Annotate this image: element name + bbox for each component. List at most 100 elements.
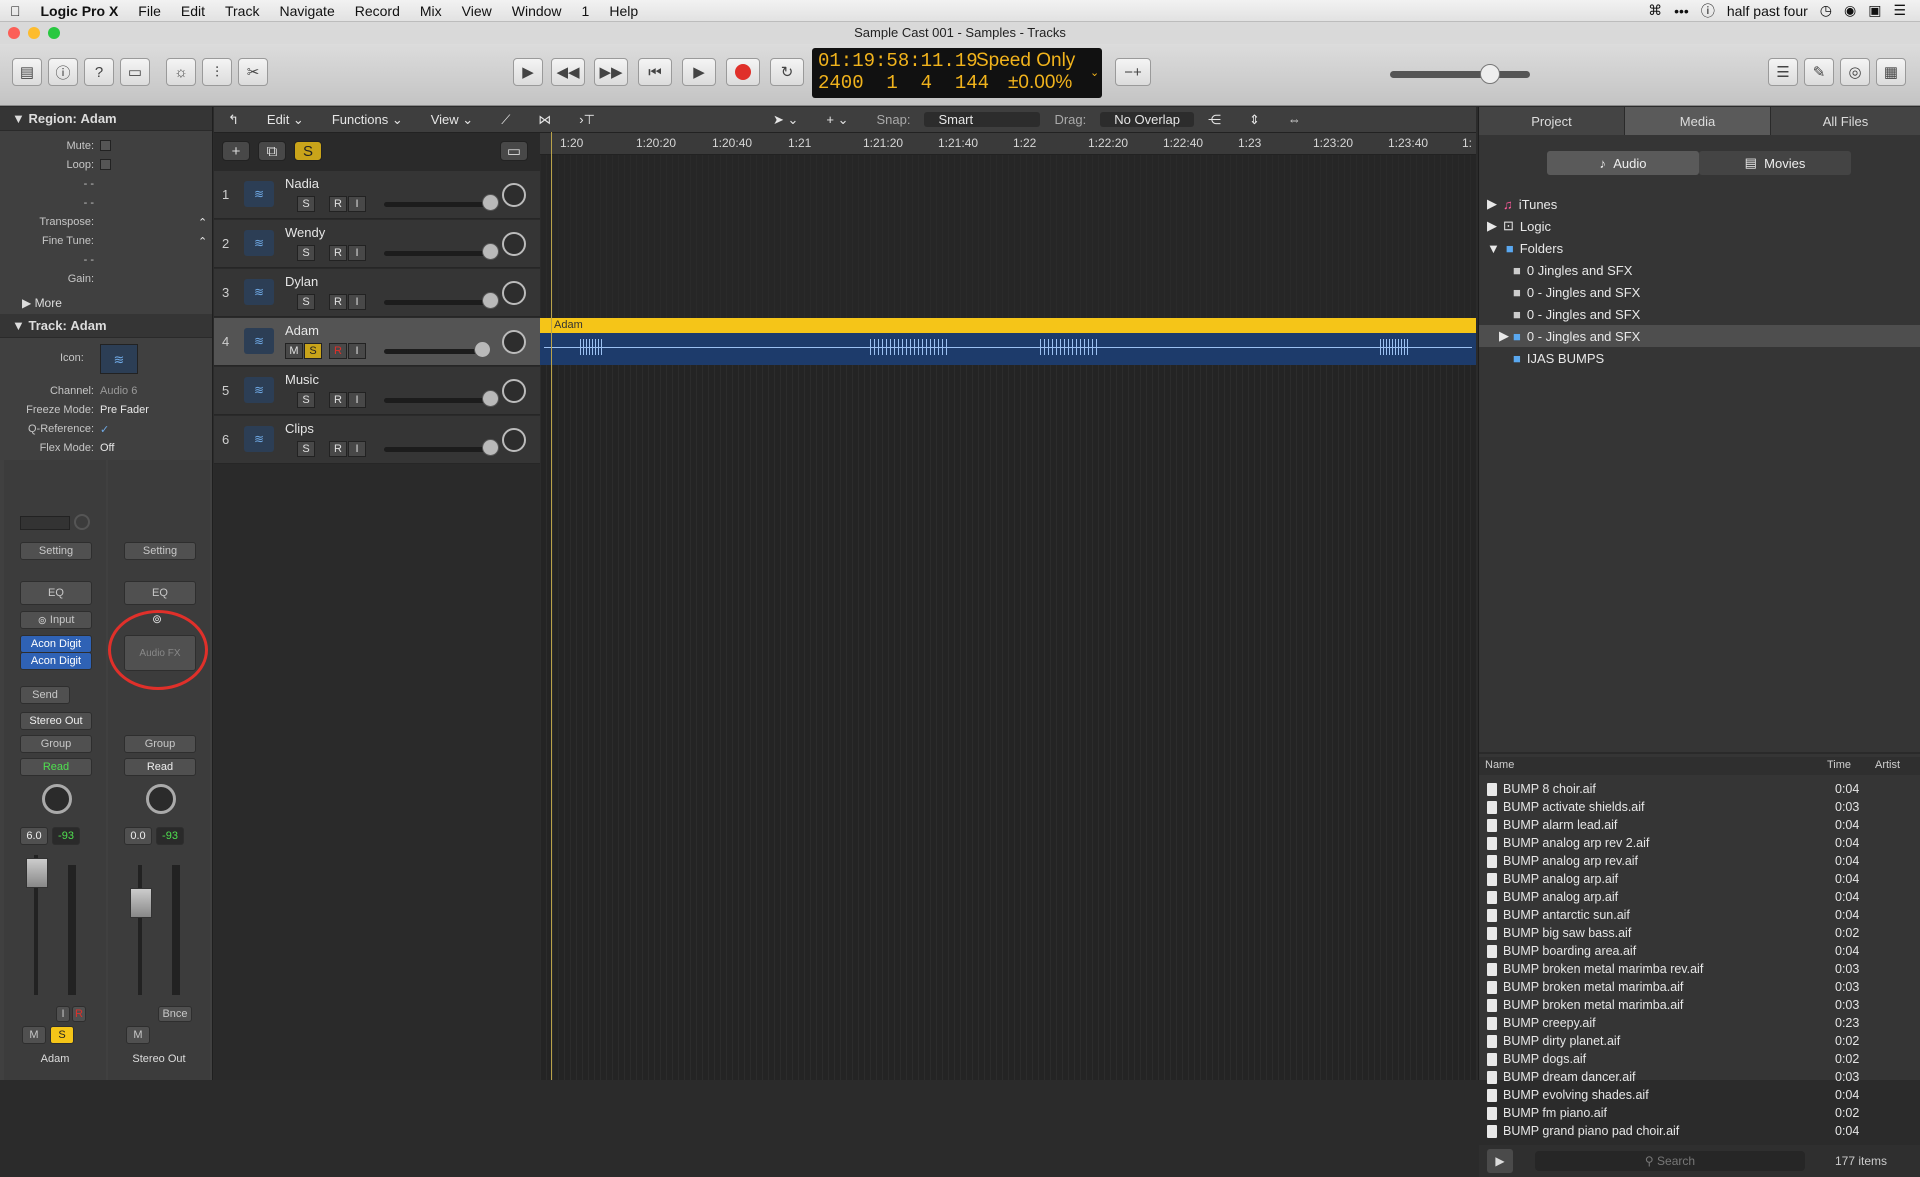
menu-navigate[interactable]: Navigate (269, 3, 344, 19)
track-name[interactable]: Clips (285, 421, 314, 436)
mute-button[interactable]: M (126, 1026, 150, 1044)
lcd-dropdown-icon[interactable]: ⌄ (1090, 66, 1099, 80)
record-button[interactable]: R (329, 196, 347, 212)
track-pan-knob[interactable] (502, 379, 526, 403)
record-button[interactable]: R (329, 392, 347, 408)
audio-region-adam[interactable]: Adam (540, 318, 1476, 365)
mute-checkbox[interactable] (100, 140, 111, 151)
plugin-slot-2[interactable]: Acon Digit (20, 652, 92, 670)
track-row[interactable]: 5 ≋ Music S R I (214, 367, 540, 415)
record-icon[interactable] (726, 58, 760, 86)
disclosure-icon[interactable]: ▶ (1487, 218, 1497, 234)
track-volume-knob[interactable] (482, 439, 499, 456)
track-name[interactable]: Dylan (285, 274, 318, 289)
mute-button[interactable]: M (22, 1026, 46, 1044)
track-pan-knob[interactable] (502, 281, 526, 305)
track-row-selected[interactable]: 4 ≋ Adam M S R I (214, 318, 540, 366)
column-time[interactable]: Time (1827, 759, 1851, 771)
fast-forward-icon[interactable]: ▶▶ (594, 58, 628, 86)
edit-menu[interactable]: Edit ⌄ (253, 112, 318, 128)
solo-button[interactable]: S (297, 392, 315, 408)
region-more[interactable]: ▶ More (0, 293, 212, 312)
mute-button[interactable]: M (285, 343, 303, 359)
pan-knob[interactable] (42, 784, 72, 814)
track-name[interactable]: Wendy (285, 225, 325, 240)
tree-itunes[interactable]: ▶ ♫ iTunes (1479, 193, 1920, 215)
track-row-flex[interactable]: Flex Mode: Off (0, 439, 212, 458)
track-volume-slider[interactable] (384, 202, 488, 207)
zoom-window-icon[interactable] (48, 27, 60, 39)
volume-fader[interactable] (26, 858, 48, 888)
track-volume-slider[interactable] (384, 349, 488, 354)
track-name[interactable]: Music (285, 372, 319, 387)
command-icon[interactable]: ⌘ (1648, 2, 1662, 19)
note-pad-icon[interactable]: ✎ (1804, 58, 1834, 86)
track-volume-knob[interactable] (482, 292, 499, 309)
horizontal-zoom-icon[interactable]: ⇔ (1274, 112, 1315, 127)
input-monitor-button[interactable]: I (348, 294, 366, 310)
track-row[interactable]: 3 ≋ Dylan S R I (214, 269, 540, 317)
region-row-mute[interactable]: Mute: (0, 137, 212, 156)
minimize-window-icon[interactable] (28, 27, 40, 39)
input-monitor-button[interactable]: I (348, 196, 366, 212)
pan-knob[interactable] (146, 784, 176, 814)
file-row[interactable]: BUMP broken metal marimba.aif 0:03 (1479, 996, 1920, 1014)
mixer-icon[interactable]: ⫶ (202, 58, 232, 86)
master-volume-knob[interactable] (1480, 64, 1500, 84)
track-volume-slider[interactable] (384, 300, 488, 305)
track-volume-knob[interactable] (482, 194, 499, 211)
stepper-icon[interactable]: ⌃ (198, 216, 207, 229)
eq-button[interactable]: EQ (124, 581, 196, 605)
view-menu[interactable]: View ⌄ (417, 112, 487, 128)
track-timeline[interactable]: Adam (540, 132, 1476, 1080)
disclosure-icon[interactable]: ▶ (1487, 196, 1497, 212)
track-row[interactable]: 2 ≋ Wendy S R I (214, 220, 540, 268)
solo-button[interactable]: S (297, 294, 315, 310)
lcd-display[interactable]: 01:19:58:11.19 2400 1 4 144 Speed Only ±… (812, 48, 1102, 98)
plugin-slot-1[interactable]: Acon Digit (20, 635, 92, 653)
send-button[interactable]: Send (20, 686, 70, 704)
input-monitor-button[interactable]: I (348, 441, 366, 457)
menu-record[interactable]: Record (345, 3, 410, 19)
app-menu[interactable]: Logic Pro X (31, 3, 129, 19)
duplicate-track-icon[interactable]: ⧉ (258, 141, 286, 161)
loop-browser-icon[interactable]: ◎ (1840, 58, 1870, 86)
search-input[interactable]: ⚲ Search (1535, 1151, 1805, 1171)
solo-button[interactable]: S (297, 245, 315, 261)
add-track-icon[interactable]: + (222, 141, 250, 161)
bounce-button[interactable]: Bnce (158, 1006, 192, 1022)
track-name[interactable]: Adam (285, 323, 319, 338)
waveform-icon[interactable]: ≋ (100, 344, 138, 374)
track-name[interactable]: Nadia (285, 176, 319, 191)
track-row-channel[interactable]: Channel: Audio 6 (0, 382, 212, 401)
splitter[interactable] (1479, 752, 1920, 754)
tuner-icon[interactable]: −+ (1115, 58, 1151, 86)
track-volume-knob[interactable] (474, 341, 491, 358)
play-icon[interactable]: ▶ (682, 58, 716, 86)
info-icon[interactable]: ⓘ (1701, 1, 1715, 21)
input-monitor-button[interactable]: I (348, 245, 366, 261)
tree-folders[interactable]: ▼ ■ Folders (1479, 237, 1920, 259)
track-volume-slider[interactable] (384, 251, 488, 256)
rewind-icon[interactable]: ◀◀ (551, 58, 585, 86)
file-row[interactable]: BUMP analog arp rev 2.aif 0:04 (1479, 834, 1920, 852)
file-row[interactable]: BUMP fm piano.aif 0:02 (1479, 1104, 1920, 1122)
global-tracks-icon[interactable]: ▭ (500, 141, 528, 161)
setting-button[interactable]: Setting (124, 542, 196, 560)
more-icon[interactable]: ••• (1674, 3, 1689, 19)
file-row[interactable]: BUMP activate shields.aif 0:03 (1479, 798, 1920, 816)
file-row[interactable]: BUMP analog arp rev.aif 0:04 (1479, 852, 1920, 870)
inspector-icon[interactable]: ⓘ (48, 58, 78, 86)
browsers-icon[interactable]: ▦ (1876, 58, 1906, 86)
subtab-audio[interactable]: ♪ Audio (1547, 151, 1699, 175)
automation-icon[interactable]: ⟋ (487, 112, 524, 128)
screen-icon[interactable]: ▣ (1868, 2, 1881, 19)
vertical-zoom-icon[interactable]: ⇕ (1235, 112, 1274, 128)
menu-help[interactable]: Help (599, 3, 648, 19)
pointer-tool-icon[interactable]: ➤ ⌄ (759, 112, 812, 128)
input-monitor-button[interactable]: I (348, 392, 366, 408)
clock-icon[interactable]: ◷ (1820, 2, 1832, 19)
region-inspector-header[interactable]: ▼ Region: Adam (0, 107, 212, 131)
preview-play-icon[interactable]: ▶ (1487, 1149, 1513, 1173)
skip-to-beginning-icon[interactable]: ⏮ (638, 58, 672, 86)
